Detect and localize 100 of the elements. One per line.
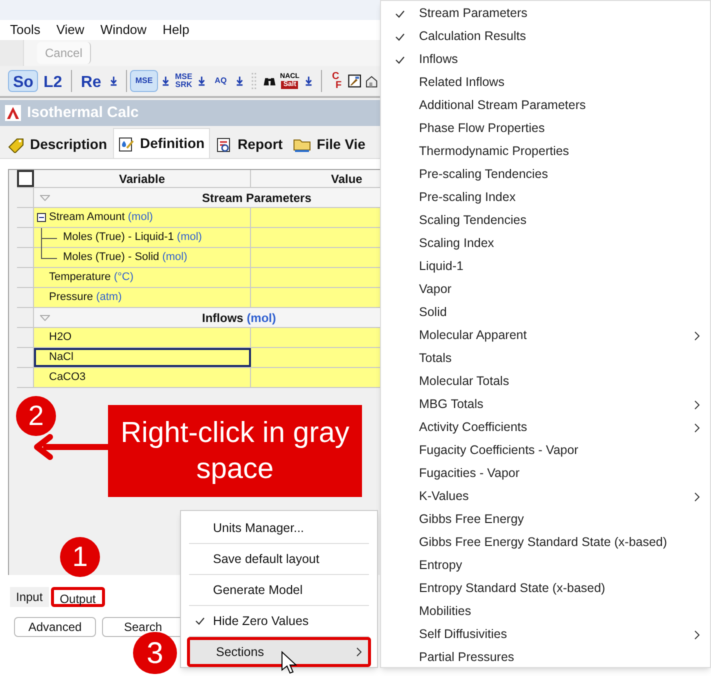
value-cell[interactable] [251,268,380,287]
menu-item[interactable]: Scaling Tendencies [381,209,710,232]
variable-name: Moles (True) - Liquid-1 (mol) [63,230,202,246]
section-title: Stream Parameters [202,190,312,206]
section-header-row[interactable]: Stream Parameters [34,188,380,207]
tab[interactable]: Definition [113,128,210,158]
action-button[interactable]: Advanced [14,617,96,637]
menu-item[interactable]: MBG Totals [381,393,710,416]
menu-item[interactable]: Self Diffusivities [381,623,710,646]
menu-item[interactable]: Sections [187,637,371,667]
column-header[interactable]: Variable [34,170,251,187]
toolbar-button[interactable]: L2 [38,70,68,92]
download-arrow-icon[interactable] [110,74,118,88]
menu-item[interactable]: Additional Stream Parameters [381,94,710,117]
menu-item[interactable]: Stream Parameters [381,2,710,25]
menu-item[interactable]: Molecular Apparent [381,324,710,347]
menu-item[interactable]: Mobilities [381,600,710,623]
menu-item[interactable]: Vapor [381,278,710,301]
convert-toolbar-button[interactable]: C F [330,72,342,90]
toolbar-button[interactable]: AQ [210,70,232,92]
toolbar-button[interactable]: So [8,70,38,92]
menu-item[interactable]: Units Manager... [187,513,371,543]
value-cell[interactable] [251,208,380,227]
menu-item[interactable]: Activity Coefficients [381,416,710,439]
collapse-triangle-icon[interactable] [40,314,50,320]
arrow-icon [34,434,108,460]
menu-item[interactable]: Tools [10,20,40,40]
menu-item[interactable]: Hide Zero Values [187,606,371,636]
menu-item[interactable]: Thermodynamic Properties [381,140,710,163]
menu-item[interactable]: Pre-scaling Tendencies [381,163,710,186]
variable-name: Pressure (atm) [48,290,122,306]
variable-cell[interactable]: Stream Amount (mol) [34,208,251,227]
tab[interactable]: Input [10,587,49,607]
section-title: Inflows (mol) [202,310,276,326]
value-cell[interactable] [251,248,380,267]
menu-item[interactable]: K-Values [381,485,710,508]
download-arrow-icon[interactable] [162,74,170,88]
variable-name: H2O [48,330,72,346]
chevron-right-icon [694,400,700,410]
menu-item[interactable]: Fugacity Coefficients - Vapor [381,439,710,462]
instruction-callout: Right-click in gray space [108,405,362,497]
menu-item[interactable]: View [56,20,84,40]
menu-item[interactable]: Liquid-1 [381,255,710,278]
column-header[interactable]: Value [251,170,380,187]
variable-cell[interactable]: Moles (True) - Solid (mol) [34,248,251,267]
variable-name: CaCO3 [48,370,86,386]
variable-cell[interactable]: NaCl [34,348,251,367]
chevron-right-icon [356,647,362,657]
menu-item[interactable]: Window [100,20,147,40]
checkmark-icon [395,56,405,64]
variable-name: NaCl [48,350,74,366]
tab[interactable]: Output [50,587,105,607]
download-arrow-icon[interactable] [305,74,313,88]
menu-item[interactable]: Calculation Results [381,25,710,48]
menu-item[interactable]: Pre-scaling Index [381,186,710,209]
toolbar-button[interactable]: MSE SRK [173,73,194,89]
tag-icon [8,136,24,152]
toolbar-button[interactable]: Re [76,70,106,92]
toolbar-button[interactable]: MSE [130,70,158,92]
corner-cell[interactable] [17,170,34,187]
menu-item[interactable]: Inflows [381,48,710,71]
download-arrow-icon[interactable] [236,74,243,88]
menu-item[interactable]: Help [162,20,190,40]
chevron-right-icon [694,422,700,432]
menu-item[interactable]: Phase Flow Properties [381,117,710,140]
menu-item[interactable]: Scaling Index [381,232,710,255]
chevron-right-icon [694,330,700,340]
menu-item[interactable]: Solid [381,301,710,324]
value-cell[interactable] [251,368,380,387]
value-cell[interactable] [251,328,380,347]
chevron-right-icon [694,630,700,640]
menu-item[interactable]: Gibbs Free Energy Standard State (x-based) [381,531,710,554]
variable-name: Temperature (°C) [48,270,134,286]
menu-item[interactable]: Molecular Totals [381,370,710,393]
section-header-row[interactable]: Inflows (mol) [34,308,380,327]
picture-frame-icon[interactable] [348,72,361,90]
download-arrow-icon[interactable] [198,74,206,88]
collapse-icon[interactable] [37,213,46,222]
notepad-icon [118,136,134,152]
chevron-right-icon [694,492,700,502]
value-cell[interactable] [251,288,380,307]
menu-item[interactable]: Entropy [381,554,710,577]
menu-item[interactable]: Entropy Standard State (x-based) [381,577,710,600]
menu-item[interactable]: Related Inflows [381,71,710,94]
menu-item[interactable]: Partial Pressures [381,646,710,669]
menu-item[interactable]: Generate Model [187,575,371,605]
triangle-logo-icon [5,105,21,121]
collapse-triangle-icon[interactable] [40,194,50,200]
value-cell[interactable] [251,228,380,247]
menu-item[interactable]: Totals [381,347,710,370]
menu-item[interactable]: Save default layout [187,544,371,574]
menu-item[interactable]: Fugacities - Vapor [381,462,710,485]
menu-item[interactable]: Gibbs Free Energy [381,508,710,531]
variable-cell[interactable]: Moles (True) - Liquid-1 (mol) [34,228,251,247]
document-title: Isothermal Calc [27,102,139,123]
variable-cell[interactable]: Temperature (°C) [34,268,251,287]
variable-cell[interactable]: H2O [34,328,251,347]
variable-cell[interactable]: CaCO3 [34,368,251,387]
value-cell[interactable] [251,348,380,367]
variable-cell[interactable]: Pressure (atm) [34,288,251,307]
